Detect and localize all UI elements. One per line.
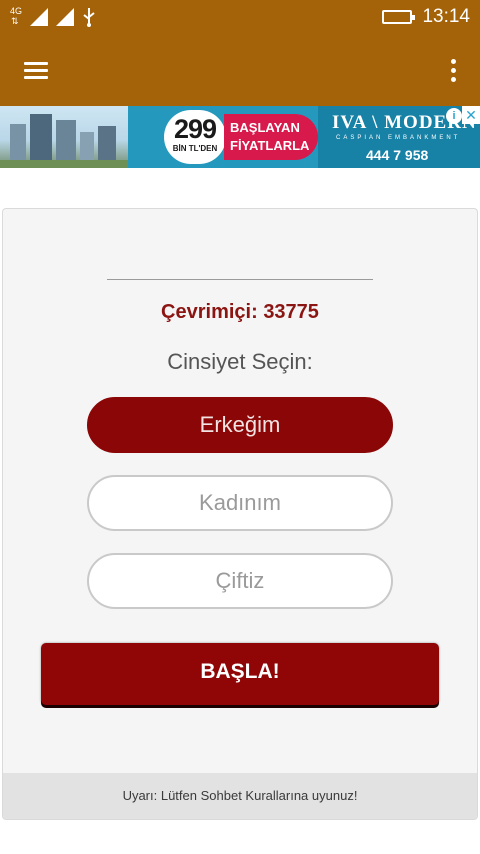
divider <box>107 279 373 280</box>
ad-headline-1: BAŞLAYAN <box>230 120 300 135</box>
ad-phone: 444 7 958 <box>366 147 429 163</box>
start-button[interactable]: BAŞLA! <box>41 643 439 705</box>
ad-banner[interactable]: 299 BİN TL'DEN BAŞLAYAN FİYATLARLA IVA \… <box>0 106 480 168</box>
signal-icon <box>30 8 48 26</box>
status-right: 13:14 <box>382 5 470 29</box>
signal-icon-secondary <box>56 8 74 26</box>
ad-price-badge: 299 BİN TL'DEN <box>164 110 226 164</box>
network-type-icon: 4G ⇅ <box>10 7 26 27</box>
status-left: 4G ⇅ <box>10 6 96 28</box>
adchoices-icon[interactable]: i <box>446 108 462 124</box>
ad-city-image <box>0 106 128 168</box>
battery-charging-icon <box>382 10 416 24</box>
app-bar <box>0 34 480 106</box>
ad-brand-sub: CASPIAN EMBANKMENT <box>336 135 461 141</box>
gender-option-female-button[interactable]: Kadınım <box>87 475 393 531</box>
hamburger-menu-icon[interactable] <box>18 56 54 84</box>
gender-option-couple-button[interactable]: Çiftiz <box>87 553 393 609</box>
data-arrows-icon: ⇅ <box>11 16 19 26</box>
more-vert-icon[interactable] <box>442 52 466 88</box>
gender-title: Cinsiyet Seçin: <box>167 349 313 374</box>
close-icon[interactable]: ✕ <box>462 106 480 124</box>
usb-icon <box>83 8 95 27</box>
ad-price-sub: BİN TL'DEN <box>172 144 218 153</box>
chat-start-card: Çevrimiçi: 33775 Cinsiyet Seçin: Erkeğim… <box>2 208 478 820</box>
ad-headline: BAŞLAYAN FİYATLARLA <box>224 114 318 160</box>
ad-price-area: 299 BİN TL'DEN BAŞLAYAN FİYATLARLA <box>128 106 318 168</box>
ad-price: 299 <box>173 114 217 144</box>
status-bar: 4G ⇅ 13:14 <box>0 0 480 34</box>
network-type-label: 4G <box>10 6 23 16</box>
clock: 13:14 <box>422 6 470 27</box>
online-count: Çevrimiçi: 33775 <box>161 301 319 323</box>
warning-text: Uyarı: Lütfen Sohbet Kurallarına uyunuz! <box>3 773 477 819</box>
ad-headline-2: FİYATLARLA <box>230 138 310 153</box>
gender-option-male-button[interactable]: Erkeğim <box>87 397 393 453</box>
